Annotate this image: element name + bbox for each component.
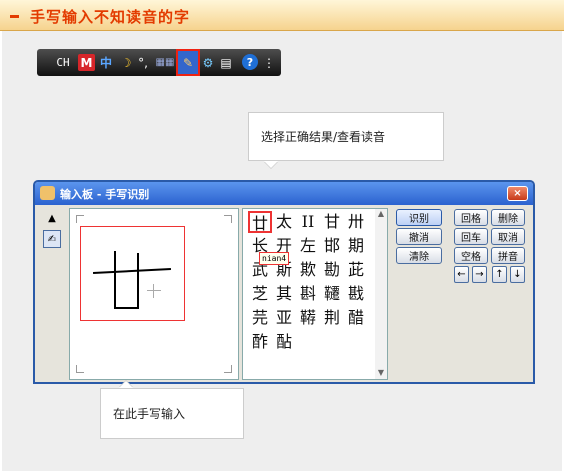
writing-frame bbox=[80, 226, 185, 321]
ime-logo-icon[interactable]: M bbox=[78, 54, 95, 71]
handwriting-mode-icon[interactable]: ✍ bbox=[43, 230, 61, 248]
candidate-char[interactable]: 茈 bbox=[344, 259, 368, 281]
page-title: 手写输入不知读音的字 bbox=[30, 8, 191, 26]
candidate-char[interactable]: 卅 bbox=[344, 211, 368, 233]
candidate-char[interactable]: 芝 bbox=[248, 283, 272, 305]
ch-indicator[interactable]: CH bbox=[53, 52, 73, 73]
candidate-char[interactable]: 鞯 bbox=[296, 307, 320, 329]
space-button[interactable]: 空格 bbox=[454, 247, 488, 264]
candidate-char[interactable]: 期 bbox=[344, 235, 368, 257]
header-dash bbox=[10, 15, 19, 18]
enter-button[interactable]: 回车 bbox=[454, 228, 488, 245]
candidate-char[interactable]: 太 bbox=[272, 211, 296, 233]
ink-stroke bbox=[114, 251, 116, 307]
side-toolbar: ▲ ✍ bbox=[43, 209, 61, 251]
cursor-crosshair-icon bbox=[147, 284, 161, 298]
ink-stroke bbox=[137, 253, 139, 307]
candidate-char[interactable]: 其 bbox=[272, 283, 296, 305]
close-button[interactable]: × bbox=[507, 186, 528, 201]
candidate-char[interactable]: 欺 bbox=[296, 259, 320, 281]
pad-corner bbox=[76, 215, 84, 223]
tool-icon[interactable]: ⚙ bbox=[200, 52, 216, 73]
candidate-char[interactable]: 酟 bbox=[272, 331, 296, 353]
candidate-char[interactable]: 芫 bbox=[248, 307, 272, 329]
clear-button[interactable]: 清除 bbox=[396, 247, 442, 264]
callout-select-text: 选择正确结果/查看读音 bbox=[261, 130, 386, 144]
ink-stroke bbox=[93, 267, 171, 275]
window-title: 输入板 - 手写识别 bbox=[60, 188, 150, 201]
arrow-left-icon[interactable]: ← bbox=[454, 266, 469, 283]
pad-glyph-icon: ✎ bbox=[182, 55, 194, 70]
page-header: 手写输入不知读音的字 bbox=[0, 0, 564, 31]
candidate-char[interactable]: 甘 bbox=[320, 211, 344, 233]
document-icon[interactable]: ▤ bbox=[219, 52, 233, 73]
window-titlebar: 输入板 - 手写识别 × bbox=[35, 182, 533, 205]
candidate-char[interactable]: 荆 bbox=[320, 307, 344, 329]
candidate-char[interactable]: 廿 bbox=[248, 211, 272, 233]
hat-icon[interactable]: ▲ bbox=[43, 209, 61, 227]
candidate-scrollbar[interactable]: ▲ ▼ bbox=[375, 209, 387, 379]
arrow-down-icon[interactable]: ↓ bbox=[510, 266, 525, 283]
window-app-icon bbox=[40, 186, 55, 200]
ink-stroke bbox=[114, 307, 139, 309]
callout-write-text: 在此手写输入 bbox=[113, 407, 186, 421]
handwriting-window: 输入板 - 手写识别 × ▲ ✍ 廿 太 II 甘 卅 长 开 左 邯 期 武 … bbox=[33, 180, 535, 384]
handwriting-pad-icon[interactable]: ✎ bbox=[176, 49, 200, 76]
arrow-right-icon[interactable]: → bbox=[472, 266, 487, 283]
scroll-up-icon[interactable]: ▲ bbox=[375, 209, 387, 218]
arrow-up-icon[interactable]: ↑ bbox=[492, 266, 507, 283]
pinyin-button[interactable]: 拼音 bbox=[491, 247, 525, 264]
backspace-button[interactable]: 回格 bbox=[454, 209, 488, 226]
more-options-icon[interactable]: ⋮ bbox=[263, 52, 275, 73]
chinese-mode-icon[interactable]: 中 bbox=[98, 52, 114, 73]
pad-corner bbox=[224, 365, 232, 373]
candidate-char[interactable]: 邯 bbox=[320, 235, 344, 257]
candidate-char[interactable]: 亚 bbox=[272, 307, 296, 329]
candidate-char[interactable]: 韆 bbox=[320, 283, 344, 305]
candidate-grid: 廿 太 II 甘 卅 长 开 左 邯 期 武 斯 欺 勘 茈 芝 其 斟 韆 戡 bbox=[248, 211, 373, 353]
callout-write-here: 在此手写输入 bbox=[100, 388, 244, 439]
candidate-char[interactable]: 戡 bbox=[344, 283, 368, 305]
candidate-char[interactable]: 斟 bbox=[296, 283, 320, 305]
pinyin-tooltip: nian4 bbox=[259, 252, 290, 265]
soft-keyboard-icon[interactable]: ▦▦ bbox=[156, 52, 175, 73]
page: 手写输入不知读音的字 CH M 中 ☽ °, ▦▦ ✎ ⚙ ▤ ? ⋮ 选择正确… bbox=[0, 0, 564, 471]
scroll-down-icon[interactable]: ▼ bbox=[375, 368, 387, 377]
punctuation-icon[interactable]: °, bbox=[135, 52, 151, 73]
candidate-char[interactable]: II bbox=[296, 211, 320, 233]
ime-toolbar: CH M 中 ☽ °, ▦▦ ✎ ⚙ ▤ ? ⋮ bbox=[37, 49, 281, 76]
delete-button[interactable]: 删除 bbox=[491, 209, 525, 226]
writing-pad[interactable] bbox=[69, 208, 239, 380]
pad-corner bbox=[224, 215, 232, 223]
half-width-icon[interactable]: ☽ bbox=[119, 52, 133, 73]
pad-corner bbox=[76, 365, 84, 373]
callout-select-result: 选择正确结果/查看读音 bbox=[248, 112, 444, 161]
candidate-char[interactable]: 醋 bbox=[344, 307, 368, 329]
candidate-panel: 廿 太 II 甘 卅 长 开 左 邯 期 武 斯 欺 勘 茈 芝 其 斟 韆 戡 bbox=[242, 208, 388, 380]
undo-button[interactable]: 撤消 bbox=[396, 228, 442, 245]
help-icon[interactable]: ? bbox=[242, 54, 258, 70]
candidate-char[interactable]: 左 bbox=[296, 235, 320, 257]
cancel-button[interactable]: 取消 bbox=[491, 228, 525, 245]
candidate-char[interactable]: 勘 bbox=[320, 259, 344, 281]
recognize-button[interactable]: 识别 bbox=[396, 209, 442, 226]
candidate-char[interactable]: 酢 bbox=[248, 331, 272, 353]
